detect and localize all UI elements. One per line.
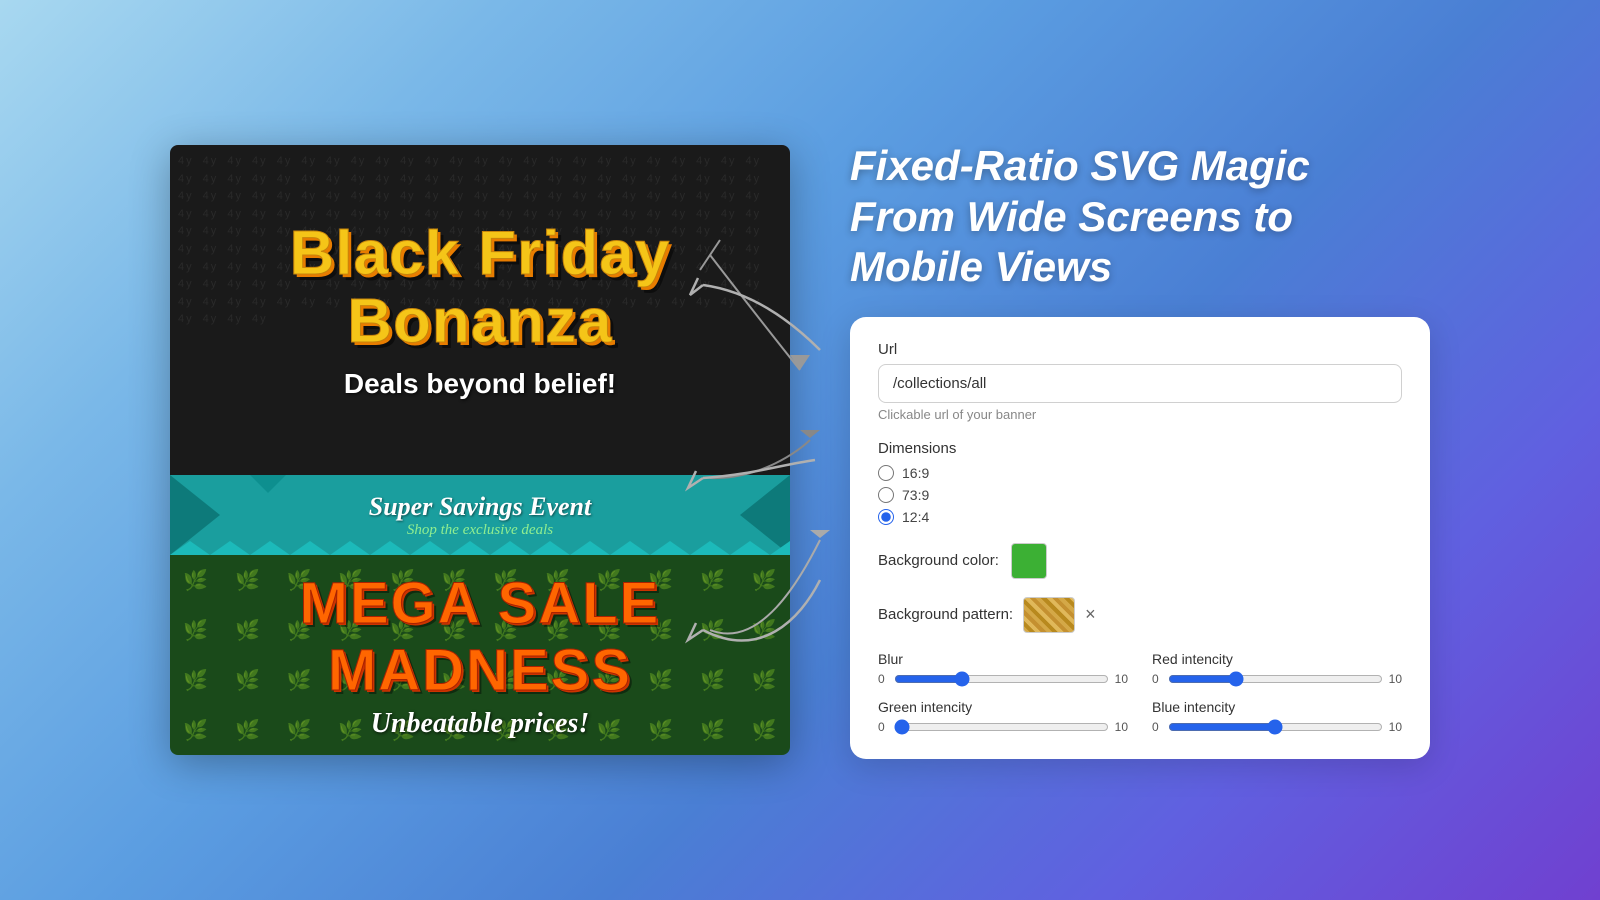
blue-slider-row: 0 10 xyxy=(1152,719,1402,735)
blue-slider-group: Blue intencity 0 10 xyxy=(1152,699,1402,735)
radio-label-16-9: 16:9 xyxy=(902,465,929,481)
blue-max: 10 xyxy=(1389,720,1402,734)
radio-73-9[interactable] xyxy=(878,487,894,503)
bf-title: Black Friday Bonanza xyxy=(170,220,790,356)
radio-label-12-4: 12:4 xyxy=(902,509,929,525)
radio-16-9[interactable] xyxy=(878,465,894,481)
red-label: Red intencity xyxy=(1152,651,1402,667)
blur-min: 0 xyxy=(878,672,888,686)
green-slider-row: 0 10 xyxy=(878,719,1128,735)
green-slider[interactable] xyxy=(894,719,1109,735)
blue-min: 0 xyxy=(1152,720,1162,734)
bg-color-swatch[interactable] xyxy=(1011,543,1047,579)
pattern-remove-button[interactable]: × xyxy=(1085,604,1096,625)
blue-slider[interactable] xyxy=(1168,719,1383,735)
red-min: 0 xyxy=(1152,672,1162,686)
banners-panel: 4y 4y 4y 4y 4y 4y 4y 4y 4y 4y 4y 4y 4y 4… xyxy=(170,145,790,755)
bg-pattern-label: Background pattern: xyxy=(878,606,1013,623)
url-label: Url xyxy=(878,341,1402,358)
heading-line2: From Wide Screens to Mobile Views xyxy=(850,192,1430,293)
green-min: 0 xyxy=(878,720,888,734)
green-slider-group: Green intencity 0 10 xyxy=(878,699,1128,735)
url-field-group: Url Clickable url of your banner xyxy=(878,341,1402,422)
red-slider-row: 0 10 xyxy=(1152,671,1402,687)
bg-pattern-swatch[interactable] xyxy=(1023,597,1075,633)
radio-label-73-9: 73:9 xyxy=(902,487,929,503)
url-hint: Clickable url of your banner xyxy=(878,407,1402,422)
sliders-grid: Blur 0 10 Red intencity 0 10 xyxy=(878,651,1402,735)
bg-pattern-row: Background pattern: × xyxy=(878,597,1402,633)
ms-subtitle: Unbeatable prices! xyxy=(371,708,590,740)
ms-title: MEGA SALE MADNESS xyxy=(170,570,790,704)
blur-slider[interactable] xyxy=(894,671,1109,687)
red-slider-group: Red intencity 0 10 xyxy=(1152,651,1402,687)
heading: Fixed-Ratio SVG Magic From Wide Screens … xyxy=(850,141,1430,292)
red-max: 10 xyxy=(1389,672,1402,686)
red-slider[interactable] xyxy=(1168,671,1383,687)
main-container: 4y 4y 4y 4y 4y 4y 4y 4y 4y 4y 4y 4y 4y 4… xyxy=(0,0,1600,900)
dimensions-group: Dimensions 16:9 73:9 12:4 xyxy=(878,440,1402,525)
blur-label: Blur xyxy=(878,651,1128,667)
blur-slider-group: Blur 0 10 xyxy=(878,651,1128,687)
ss-subtitle: Shop the exclusive deals xyxy=(407,522,553,539)
right-panel: Fixed-Ratio SVG Magic From Wide Screens … xyxy=(850,141,1430,758)
bg-color-row: Background color: xyxy=(878,543,1402,579)
banner-mega-sale: 🌿🌿🌿🌿 🌿🌿🌿🌿 🌿🌿🌿🌿 🌿🌿🌿🌿 🌿🌿🌿🌿 🌿🌿🌿🌿 🌿🌿🌿🌿 🌿🌿🌿🌿 … xyxy=(170,555,790,755)
radio-options: 16:9 73:9 12:4 xyxy=(878,465,1402,525)
blur-max: 10 xyxy=(1115,672,1128,686)
ss-title: Super Savings Event xyxy=(369,492,592,522)
radio-12-4[interactable] xyxy=(878,509,894,525)
green-max: 10 xyxy=(1115,720,1128,734)
heading-line1: Fixed-Ratio SVG Magic xyxy=(850,141,1430,191)
radio-option-73-9[interactable]: 73:9 xyxy=(878,487,1402,503)
radio-option-12-4[interactable]: 12:4 xyxy=(878,509,1402,525)
dimensions-label: Dimensions xyxy=(878,440,1402,457)
banner-super-savings: Super Savings Event Shop the exclusive d… xyxy=(170,475,790,555)
bg-color-label: Background color: xyxy=(878,552,999,569)
green-label: Green intencity xyxy=(878,699,1128,715)
bf-subtitle: Deals beyond belief! xyxy=(344,368,616,400)
radio-option-16-9[interactable]: 16:9 xyxy=(878,465,1402,481)
settings-card: Url Clickable url of your banner Dimensi… xyxy=(850,317,1430,759)
blue-label: Blue intencity xyxy=(1152,699,1402,715)
banner-black-friday: 4y 4y 4y 4y 4y 4y 4y 4y 4y 4y 4y 4y 4y 4… xyxy=(170,145,790,475)
url-input[interactable] xyxy=(878,364,1402,403)
blur-slider-row: 0 10 xyxy=(878,671,1128,687)
